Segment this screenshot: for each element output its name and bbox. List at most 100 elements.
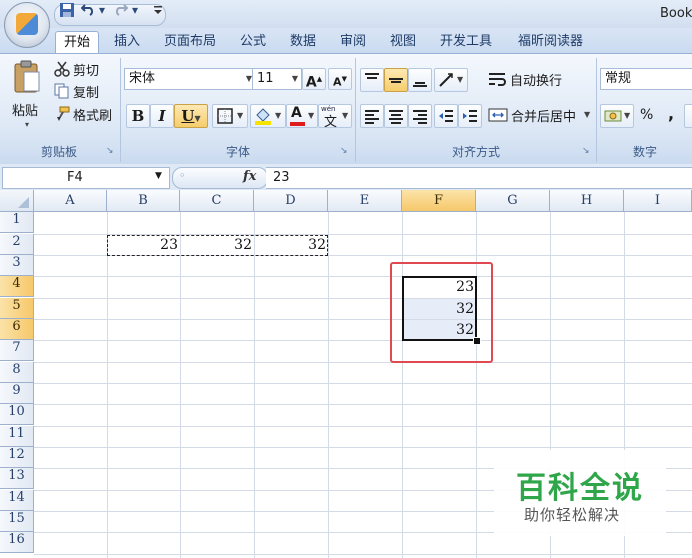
redo-dropdown[interactable]: ▾ <box>130 2 140 18</box>
gridline <box>328 212 329 558</box>
decrease-indent-button[interactable] <box>434 104 458 128</box>
gridline <box>34 319 692 320</box>
align-bottom-button[interactable] <box>408 68 432 92</box>
group-separator <box>596 58 597 162</box>
insert-function-button[interactable]: fx <box>243 169 256 184</box>
office-button[interactable] <box>4 2 50 48</box>
undo-dropdown[interactable]: ▾ <box>97 2 107 18</box>
name-box[interactable]: F4 ▼ <box>2 167 170 189</box>
row-header-5[interactable]: 5 <box>0 298 34 320</box>
row-header-12[interactable]: 12 <box>0 447 34 469</box>
group-separator <box>120 58 121 162</box>
column-header-c[interactable]: C <box>180 190 254 212</box>
row-header-11[interactable]: 11 <box>0 426 34 448</box>
paste-button[interactable]: 粘贴 ▾ <box>8 60 48 136</box>
font-size-select[interactable]: 11 ▼ <box>252 68 302 90</box>
borders-button[interactable]: ▼ <box>212 104 248 128</box>
chevron-down-icon: ▼ <box>291 74 298 83</box>
align-middle-button[interactable] <box>384 68 408 92</box>
accounting-format-button[interactable]: ▼ <box>600 104 634 128</box>
row-header-13[interactable]: 13 <box>0 468 34 490</box>
comma-style-button[interactable]: , <box>668 104 674 123</box>
paste-icon <box>12 60 42 94</box>
row-header-6[interactable]: 6 <box>0 319 34 341</box>
row-header-10[interactable]: 10 <box>0 404 34 426</box>
align-top-button[interactable] <box>360 68 384 92</box>
underline-icon: U <box>181 107 195 125</box>
chevron-down-icon: ▼ <box>194 114 201 123</box>
column-header-g[interactable]: G <box>476 190 550 212</box>
italic-button[interactable]: I <box>150 104 174 128</box>
row-header-9[interactable]: 9 <box>0 383 34 405</box>
tab-formulas[interactable]: 公式 <box>236 31 270 53</box>
column-header-a[interactable]: A <box>34 190 107 212</box>
redo-icon[interactable] <box>113 2 129 18</box>
number-format-select[interactable]: 常规 <box>600 68 692 90</box>
font-size-value: 11 <box>257 71 274 86</box>
row-header-14[interactable]: 14 <box>0 490 34 512</box>
column-header-b[interactable]: B <box>107 190 180 212</box>
chevron-down-icon[interactable]: ▼ <box>155 171 162 181</box>
phonetic-char-icon: 文 <box>324 115 338 130</box>
increase-decimal-button[interactable] <box>684 104 692 128</box>
paste-dropdown-icon[interactable]: ▾ <box>25 120 29 129</box>
chevron-down-icon: ▼ <box>308 111 315 120</box>
name-box-value: F4 <box>67 170 83 185</box>
underline-button[interactable]: U▼ <box>174 104 208 128</box>
row-header-2[interactable]: 2 <box>0 234 34 256</box>
tab-developer[interactable]: 开发工具 <box>436 31 496 53</box>
row-header-7[interactable]: 7 <box>0 340 34 362</box>
tab-view[interactable]: 视图 <box>386 31 420 53</box>
font-launcher-icon[interactable]: ↘ <box>340 146 348 156</box>
font-name-select[interactable]: 宋体 ▼ <box>124 68 256 90</box>
column-header-d[interactable]: D <box>254 190 328 212</box>
formula-input[interactable]: 23 <box>266 167 692 189</box>
alignment-launcher-icon[interactable]: ↘ <box>582 146 590 156</box>
row-header-16[interactable]: 16 <box>0 532 34 554</box>
row-header-8[interactable]: 8 <box>0 362 34 384</box>
cut-label: 剪切 <box>73 64 100 79</box>
select-all-triangle-icon <box>18 197 29 208</box>
tab-review[interactable]: 审阅 <box>336 31 370 53</box>
row-header-15[interactable]: 15 <box>0 511 34 533</box>
column-header-e[interactable]: E <box>328 190 402 212</box>
save-icon[interactable] <box>58 2 76 18</box>
clipboard-launcher-icon[interactable]: ↘ <box>106 146 114 156</box>
chevron-down-icon: ▼ <box>624 111 631 120</box>
fill-color-button[interactable]: ▼ <box>250 104 286 128</box>
gridline <box>107 212 108 558</box>
tab-data[interactable]: 数据 <box>286 31 320 53</box>
tab-home[interactable]: 开始 <box>55 31 100 54</box>
phonetic-guide-button[interactable]: wén 文 ▼ <box>318 104 352 130</box>
column-header-f[interactable]: F <box>402 190 476 212</box>
orientation-button[interactable]: ▼ <box>434 68 468 92</box>
align-right-button[interactable] <box>408 104 432 128</box>
grow-font-icon: A <box>305 74 317 91</box>
tab-insert[interactable]: 插入 <box>110 31 144 53</box>
tab-page-layout[interactable]: 页面布局 <box>160 31 220 53</box>
gridline <box>34 383 692 384</box>
shrink-font-button[interactable]: A▼ <box>328 68 352 90</box>
paintbrush-icon <box>54 106 70 122</box>
row-header-3[interactable]: 3 <box>0 255 34 277</box>
customize-toolbar-icon[interactable] <box>152 2 164 18</box>
align-center-icon <box>388 108 404 127</box>
bold-button[interactable]: B <box>126 104 150 128</box>
column-header-h[interactable]: H <box>550 190 624 212</box>
undo-icon[interactable] <box>80 2 96 18</box>
tab-foxit-reader[interactable]: 福昕阅读器 <box>514 31 587 53</box>
align-left-button[interactable] <box>360 104 384 128</box>
increase-indent-button[interactable] <box>458 104 482 128</box>
paste-label: 粘贴 <box>12 104 39 119</box>
font-color-button[interactable]: A ▼ <box>286 104 318 128</box>
copy-marquee <box>107 235 328 256</box>
percent-style-button[interactable]: % <box>640 107 653 123</box>
expand-icon[interactable]: ◦ <box>179 169 186 182</box>
column-header-i[interactable]: I <box>624 190 692 212</box>
row-header-4[interactable]: 4 <box>0 276 34 298</box>
row-header-1[interactable]: 1 <box>0 212 34 234</box>
align-center-button[interactable] <box>384 104 408 128</box>
grow-font-button[interactable]: A▲ <box>302 68 326 91</box>
number-format-value: 常规 <box>605 71 632 86</box>
watermark-title: 百科全说 <box>516 471 644 506</box>
